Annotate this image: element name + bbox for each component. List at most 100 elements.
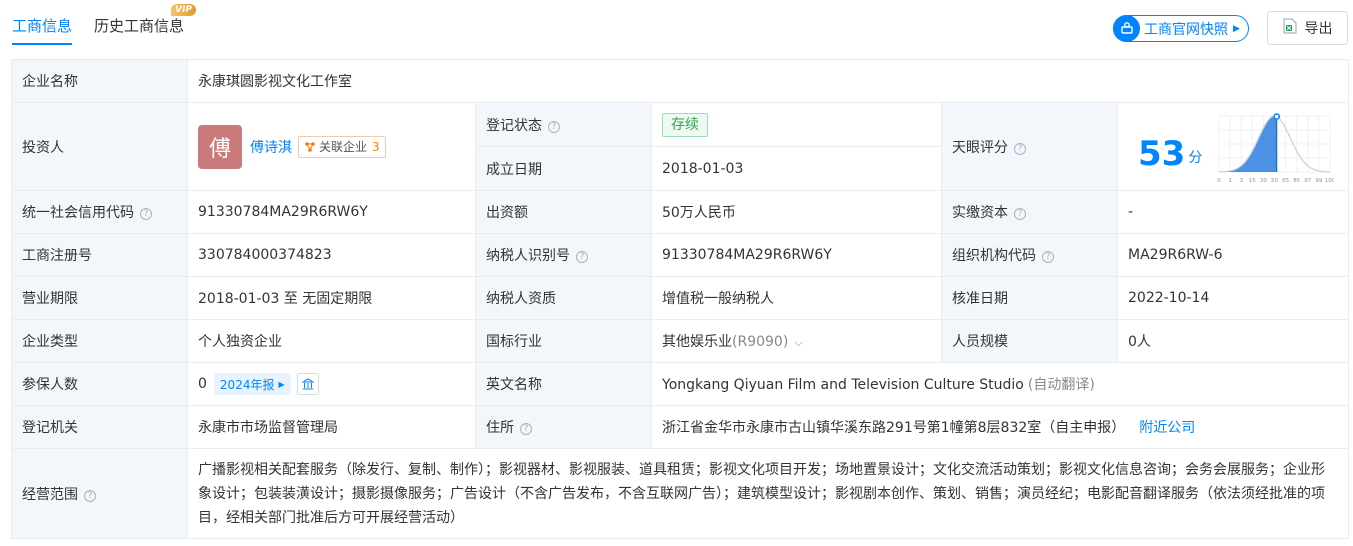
table-row: 统一社会信用代码? 91330784MA29R6RW6Y 出资额 50万人民币 … [11, 190, 1349, 234]
approve-date-label: 核准日期 [941, 276, 1118, 320]
investor-name-link[interactable]: 傅诗淇 [250, 140, 292, 156]
tab-bar: 工商信息 历史工商信息 VIP [12, 0, 206, 46]
status-cell: 存续 [651, 102, 942, 147]
address-value: 浙江省金华市永康市古山镇华溪东路291号第1幢第8层832室（自主申报） [662, 420, 1126, 436]
score-marker [1273, 112, 1281, 120]
help-icon[interactable]: ? [1014, 142, 1026, 155]
tick-label: 1 [1228, 178, 1232, 184]
tick-label: 99 [1315, 178, 1322, 184]
reg-no-label: 工商注册号 [11, 233, 188, 277]
credit-code-label-cell: 统一社会信用代码? [11, 190, 188, 234]
authority-label: 登记机关 [11, 405, 188, 449]
tick-label: 65 [1282, 178, 1289, 184]
vip-badge: VIP [171, 4, 197, 16]
business-info-table: 企业名称 永康琪圆影视文化工作室 投资人 傅傅诗淇 关联企业 3 登记状态? 存续… [11, 59, 1349, 539]
tab-label: 工商信息 [12, 17, 73, 35]
status-label-cell: 登记状态? [475, 102, 652, 147]
org-code-value: MA29R6RW-6 [1117, 233, 1349, 277]
annual-report-tag[interactable]: 2024年报 ▶ [213, 373, 291, 395]
help-icon[interactable]: ? [576, 251, 588, 263]
company-type-value: 个人独资企业 [187, 319, 476, 363]
table-row: 投资人 傅傅诗淇 关联企业 3 登记状态? 存续 天眼评分? 53 分 0 1 3 15 3… [11, 102, 1349, 191]
found-date-value: 2018-01-03 [651, 146, 942, 191]
industry-label: 国标行业 [475, 319, 652, 363]
industry-code: (R9090) [732, 334, 789, 350]
auto-translate-note: (自动翻译) [1027, 377, 1095, 393]
tax-id-value: 91330784MA29R6RW6Y [651, 233, 942, 277]
export-label: 导出 [1304, 21, 1333, 37]
table-row: 参保人数 0 2024年报 ▶ 英文名称 Yongkang Qiyuan Film … [11, 362, 1349, 406]
industry-cell[interactable]: 其他娱乐业(R9090) ⌵ [651, 319, 942, 363]
paid-capital-value: - [1117, 190, 1349, 234]
org-code-label: 组织机构代码 [952, 248, 1036, 264]
term-value: 2018-01-03 至 无固定期限 [187, 276, 476, 320]
approve-date-value: 2022-10-14 [1117, 276, 1349, 320]
report-year-label: 2024年报 [219, 377, 275, 392]
related-companies-tag[interactable]: 关联企业 3 [298, 135, 386, 158]
english-name-label: 英文名称 [475, 362, 652, 406]
insured-value: 0 [198, 376, 207, 392]
official-snapshot-button[interactable]: 工商官网快照 ▶ [1113, 14, 1249, 42]
help-icon[interactable]: ? [1014, 208, 1026, 220]
tax-qual-value: 增值税一般纳税人 [651, 276, 942, 320]
tab-history-info[interactable]: 历史工商信息 VIP [94, 0, 197, 46]
paid-capital-label-cell: 实缴资本? [941, 190, 1118, 234]
snapshot-icon [1113, 14, 1140, 42]
tick-label: 30 [1260, 178, 1267, 184]
address-label-cell: 住所? [475, 405, 652, 449]
related-count: 3 [372, 139, 380, 154]
help-icon[interactable]: ? [548, 120, 560, 133]
investor-cell: 傅傅诗淇 关联企业 3 [187, 102, 476, 191]
excel-icon [1283, 18, 1297, 38]
network-icon [305, 141, 315, 152]
help-icon[interactable]: ? [520, 423, 532, 435]
capital-value: 50万人民币 [651, 190, 942, 234]
english-name-cell: Yongkang Qiyuan Film and Television Cult… [651, 362, 1349, 406]
status-label: 登记状态 [486, 117, 542, 134]
org-code-label-cell: 组织机构代码? [941, 233, 1118, 277]
score-distribution-chart: 0 1 3 15 30 50 65 85 97 99 100 [1217, 112, 1334, 184]
tick-label: 97 [1304, 178, 1311, 184]
address-cell: 浙江省金华市永康市古山镇华溪东路291号第1幢第8层832室（自主申报） 附近公司 [651, 405, 1349, 449]
company-name-value: 永康琪圆影视文化工作室 [187, 59, 1349, 103]
staff-value: 0人 [1117, 319, 1349, 363]
snapshot-label: 工商官网快照 [1144, 21, 1228, 38]
export-button[interactable]: 导出 [1267, 11, 1348, 45]
company-name-label: 企业名称 [11, 59, 188, 103]
related-label: 关联企业 [319, 140, 368, 154]
reg-no-value: 330784000374823 [187, 233, 476, 277]
found-date-label: 成立日期 [475, 146, 652, 191]
table-row: 工商注册号 330784000374823 纳税人识别号? 91330784MA… [11, 233, 1349, 277]
table-row: 登记机关 永康市市场监督管理局 住所? 浙江省金华市永康市古山镇华溪东路291号… [11, 405, 1349, 449]
tick-label: 100 [1325, 178, 1334, 184]
paid-capital-label: 实缴资本 [952, 205, 1008, 221]
credit-code-value: 91330784MA29R6RW6Y [187, 190, 476, 234]
company-type-label: 企业类型 [11, 319, 188, 363]
table-row: 营业期限 2018-01-03 至 无固定期限 纳税人资质 增值税一般纳税人 核… [11, 276, 1349, 320]
tick-label: 15 [1249, 178, 1256, 184]
score-cell[interactable]: 53 分 0 1 3 15 30 50 65 85 97 99 100 [1117, 102, 1349, 191]
help-icon[interactable]: ? [84, 489, 96, 502]
scope-label-cell: 经营范围? [11, 448, 188, 539]
tab-label: 历史工商信息 [94, 17, 185, 35]
score-label-cell: 天眼评分? [941, 102, 1118, 191]
chevron-down-icon: ⌵ [794, 336, 803, 349]
caret-right-icon: ▶ [278, 379, 285, 389]
investor-label: 投资人 [11, 102, 188, 191]
nearby-companies-link[interactable]: 附近公司 [1139, 420, 1195, 436]
insured-trend-button[interactable] [296, 373, 319, 395]
help-icon[interactable]: ? [140, 208, 152, 220]
term-label: 营业期限 [11, 276, 188, 320]
authority-value: 永康市市场监督管理局 [187, 405, 476, 449]
tab-business-info[interactable]: 工商信息 [12, 0, 73, 46]
tax-qual-label: 纳税人资质 [475, 276, 652, 320]
tax-id-label: 纳税人识别号 [486, 248, 570, 264]
insured-label: 参保人数 [11, 362, 188, 406]
address-label: 住所 [486, 420, 514, 436]
avatar[interactable]: 傅 [198, 124, 242, 169]
table-row: 企业名称 永康琪圆影视文化工作室 [11, 59, 1349, 103]
tick-label: 50 [1271, 178, 1278, 184]
help-icon[interactable]: ? [1042, 251, 1054, 263]
status-badge: 存续 [662, 112, 708, 137]
score-label: 天眼评分 [952, 139, 1008, 156]
